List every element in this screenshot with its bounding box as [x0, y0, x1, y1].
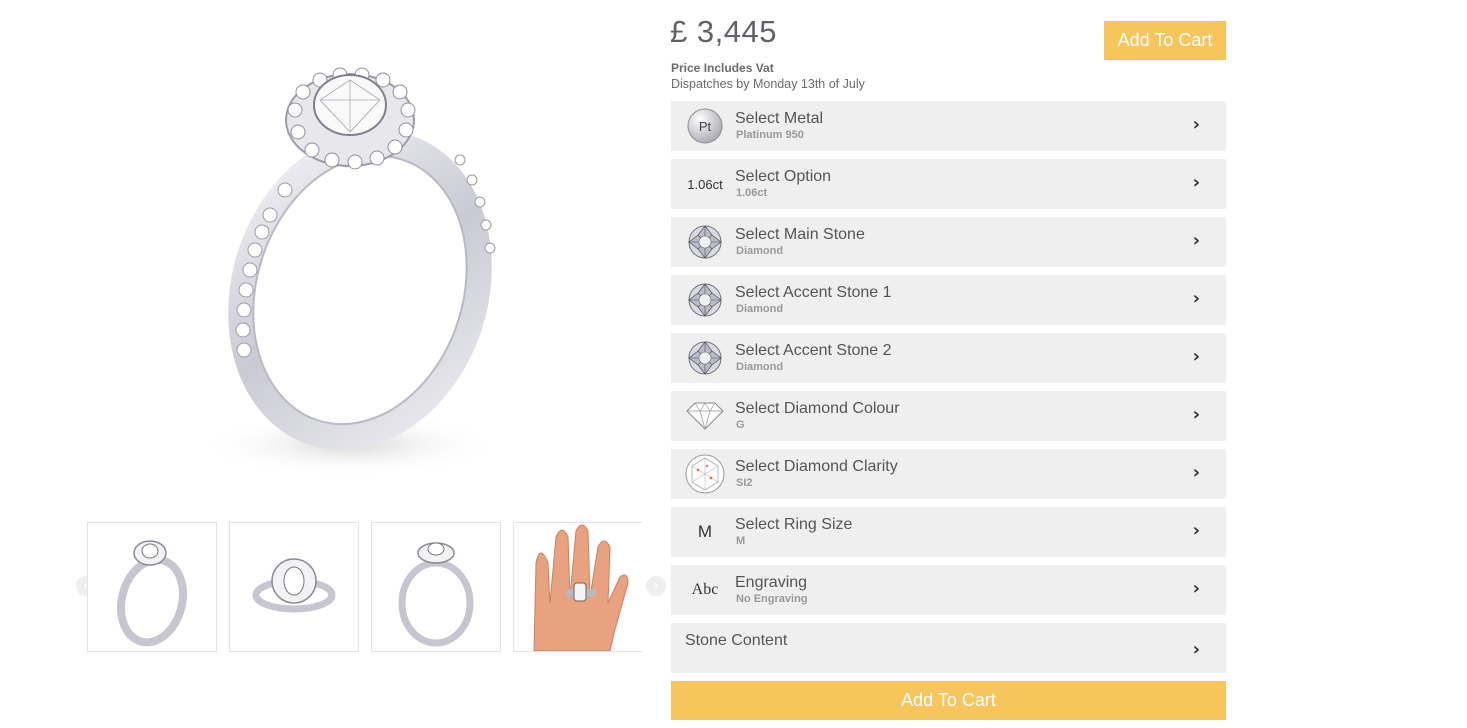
- option-title: Stone Content: [685, 632, 788, 649]
- option-title: Select Ring Size: [735, 516, 853, 533]
- option-title: Select Accent Stone 2: [735, 342, 892, 359]
- option-select-diamond-colour[interactable]: Select Diamond Colour G ›: [671, 391, 1226, 441]
- option-value: 1.06ct: [736, 187, 768, 199]
- thumbnail-ring-on-hand[interactable]: [513, 522, 642, 652]
- option-title: Engraving: [735, 574, 808, 591]
- diamond-stone-icon: [685, 224, 725, 260]
- chevron-right-icon: ›: [1192, 346, 1200, 367]
- option-engraving[interactable]: Abc Engraving No Engraving ›: [671, 565, 1226, 615]
- chevron-right-icon: ›: [1192, 578, 1200, 599]
- diamond-outline-icon: [685, 398, 725, 434]
- chevron-right-icon: ›: [1192, 404, 1200, 425]
- platinum-icon: Pt: [685, 108, 725, 144]
- option-select-metal[interactable]: Pt Select Metal Platinum 950 ›: [671, 101, 1226, 151]
- option-value: Diamond: [736, 245, 784, 257]
- thumbnail-strip: [87, 522, 642, 652]
- clarity-icon: [685, 454, 725, 494]
- vat-note: Price Includes Vat: [671, 61, 774, 75]
- thumbnail-ring-side[interactable]: [87, 522, 217, 652]
- option-value: No Engraving: [736, 593, 808, 605]
- option-select-diamond-clarity[interactable]: Select Diamond Clarity SI2 ›: [671, 449, 1226, 499]
- engraving-icon: Abc: [691, 581, 719, 598]
- carat-icon: 1.06ct: [687, 176, 723, 192]
- chevron-right-icon: ›: [1192, 639, 1200, 660]
- product-options-list: Pt Select Metal Platinum 950 › 1.06ct Se…: [671, 101, 1226, 681]
- thumbnail-next-arrow-icon[interactable]: ›: [646, 576, 666, 596]
- chevron-right-icon: ›: [1192, 114, 1200, 135]
- ring-size-icon: M: [697, 522, 713, 541]
- option-value: Diamond: [736, 303, 784, 315]
- option-title: Select Accent Stone 1: [735, 284, 892, 301]
- diamond-stone-icon: [685, 282, 725, 318]
- option-title: Select Diamond Clarity: [735, 458, 898, 475]
- option-value: G: [736, 419, 745, 431]
- option-select-ring-size[interactable]: M Select Ring Size M ›: [671, 507, 1226, 557]
- thumbnail-ring-front[interactable]: [371, 522, 501, 652]
- add-to-cart-button-bottom[interactable]: Add To Cart: [671, 681, 1226, 720]
- chevron-right-icon: ›: [1192, 520, 1200, 541]
- option-title: Select Metal: [735, 110, 824, 127]
- chevron-right-icon: ›: [1192, 288, 1200, 309]
- option-select-accent-stone-1[interactable]: Select Accent Stone 1 Diamond ›: [671, 275, 1226, 325]
- chevron-right-icon: ›: [1192, 230, 1200, 251]
- option-stone-content[interactable]: Stone Content ›: [671, 623, 1226, 673]
- option-select-main-stone[interactable]: Select Main Stone Diamond ›: [671, 217, 1226, 267]
- option-select-carat[interactable]: 1.06ct Select Option 1.06ct ›: [671, 159, 1226, 209]
- add-to-cart-button-top[interactable]: Add To Cart: [1104, 21, 1226, 60]
- option-value: Platinum 950: [736, 129, 804, 141]
- option-value: SI2: [736, 477, 753, 489]
- main-product-image: [180, 40, 540, 500]
- chevron-right-icon: ›: [1192, 462, 1200, 483]
- product-price: £ 3,445: [670, 14, 777, 49]
- svg-text:Pt: Pt: [699, 119, 712, 134]
- option-title: Select Main Stone: [735, 226, 865, 243]
- option-value: Diamond: [736, 361, 784, 373]
- dispatch-note: Dispatches by Monday 13th of July: [671, 77, 865, 91]
- option-select-accent-stone-2[interactable]: Select Accent Stone 2 Diamond ›: [671, 333, 1226, 383]
- option-title: Select Option: [735, 168, 832, 185]
- chevron-right-icon: ›: [1192, 172, 1200, 193]
- option-title: Select Diamond Colour: [735, 400, 900, 417]
- option-value: M: [736, 535, 746, 547]
- diamond-stone-icon: [685, 340, 725, 376]
- thumbnail-ring-top[interactable]: [229, 522, 359, 652]
